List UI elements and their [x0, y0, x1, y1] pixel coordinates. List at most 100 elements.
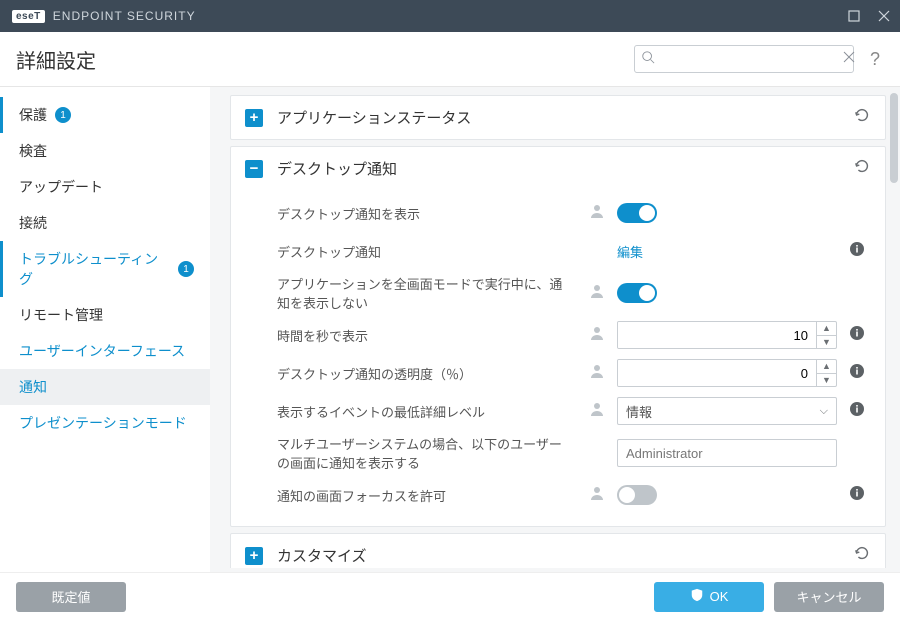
sidebar-item-label: 接続: [19, 213, 47, 233]
brand-badge: eseT: [12, 10, 45, 23]
ok-label: OK: [710, 589, 729, 604]
spin-down-icon[interactable]: ▼: [817, 374, 836, 387]
user-icon: [589, 363, 605, 384]
brand: eseT ENDPOINT SECURITY: [12, 9, 196, 23]
multiuser-input[interactable]: [626, 446, 828, 461]
sidebar-item-update[interactable]: アップデート: [0, 169, 210, 205]
panel-header-app-status[interactable]: + アプリケーションステータス: [231, 96, 885, 139]
user-icon: [589, 325, 605, 346]
expand-icon: +: [245, 109, 263, 127]
row-label: デスクトップ通知: [277, 242, 577, 261]
main-content: + アプリケーションステータス − デスクトップ通知 デスクトップ通知を表示: [210, 87, 900, 572]
search-icon: [641, 50, 655, 69]
row-label: デスクトップ通知を表示: [277, 204, 577, 223]
row-show-notifications: デスクトップ通知を表示: [277, 194, 865, 232]
multiuser-field[interactable]: [617, 439, 837, 467]
row-edit-notifications: デスクトップ通知 編集: [277, 232, 865, 270]
panel-header-desktop-notifications[interactable]: − デスクトップ通知: [231, 147, 885, 190]
spin-up-icon[interactable]: ▲: [817, 360, 836, 374]
sidebar-item-label: リモート管理: [19, 305, 103, 325]
search-box[interactable]: [634, 45, 854, 73]
panel-header-customize[interactable]: + カスタマイズ: [231, 534, 885, 568]
sidebar-item-label: アップデート: [19, 177, 103, 197]
panel-title: アプリケーションステータス: [277, 107, 471, 128]
window-maximize-button[interactable]: [846, 8, 862, 24]
row-fullscreen-suppress: アプリケーションを全画面モードで実行中に、通知を表示しない: [277, 270, 865, 316]
sidebar-item-ui[interactable]: ユーザーインターフェース: [0, 333, 210, 369]
expand-icon: +: [245, 547, 263, 565]
user-icon: [589, 283, 605, 304]
revert-icon[interactable]: [853, 157, 871, 180]
edit-link[interactable]: 編集: [617, 242, 643, 261]
chevron-down-icon: ⌵: [820, 405, 828, 418]
panel-title: カスタマイズ: [277, 545, 367, 566]
panel-body: デスクトップ通知を表示 デスクトップ通知 編集 ア: [231, 190, 885, 526]
sidebar-item-presentation[interactable]: プレゼンテーションモード: [0, 405, 210, 441]
defaults-button[interactable]: 既定値: [16, 582, 126, 612]
ok-button[interactable]: OK: [654, 582, 764, 612]
toggle-show-notifications[interactable]: [617, 203, 657, 223]
sidebar-item-protection[interactable]: 保護 1: [0, 97, 210, 133]
page-title: 詳細設定: [16, 45, 96, 74]
user-icon: [589, 203, 605, 224]
seconds-input[interactable]: [618, 322, 816, 348]
revert-icon[interactable]: [853, 544, 871, 567]
row-label: 表示するイベントの最低詳細レベル: [277, 402, 577, 421]
row-label: デスクトップ通知の透明度（％）: [277, 364, 577, 383]
sidebar-item-connection[interactable]: 接続: [0, 205, 210, 241]
row-label: マルチユーザーシステムの場合、以下のユーザーの画面に通知を表示する: [277, 434, 577, 472]
info-icon[interactable]: [849, 241, 865, 262]
select-value: 情報: [626, 402, 652, 421]
row-label: アプリケーションを全画面モードで実行中に、通知を表示しない: [277, 274, 577, 312]
panel-customize: + カスタマイズ: [230, 533, 886, 568]
toggle-fullscreen-suppress[interactable]: [617, 283, 657, 303]
title-bar: eseT ENDPOINT SECURITY: [0, 0, 900, 32]
user-icon: [589, 401, 605, 422]
spin-up-icon[interactable]: ▲: [817, 322, 836, 336]
row-label: 通知の画面フォーカスを許可: [277, 486, 577, 505]
seconds-spinner[interactable]: ▲▼: [617, 321, 837, 349]
opacity-spinner[interactable]: ▲▼: [617, 359, 837, 387]
row-min-level: 表示するイベントの最低詳細レベル 情報 ⌵: [277, 392, 865, 430]
user-icon: [589, 485, 605, 506]
revert-icon[interactable]: [853, 106, 871, 129]
panel-desktop-notifications: − デスクトップ通知 デスクトップ通知を表示 デスクトップ通知: [230, 146, 886, 527]
help-button[interactable]: ?: [866, 49, 884, 70]
row-multiuser: マルチユーザーシステムの場合、以下のユーザーの画面に通知を表示する: [277, 430, 865, 476]
clear-search-icon[interactable]: [843, 50, 855, 68]
row-focus: 通知の画面フォーカスを許可: [277, 476, 865, 514]
sidebar-item-label: 保護: [19, 105, 47, 125]
sidebar: 保護 1 検査 アップデート 接続 トラブルシューティング 1 リモート管理 ユ…: [0, 87, 210, 572]
min-level-select[interactable]: 情報 ⌵: [617, 397, 837, 425]
row-display-seconds: 時間を秒で表示 ▲▼: [277, 316, 865, 354]
info-icon[interactable]: [849, 401, 865, 422]
shield-icon: [690, 588, 704, 605]
footer: 既定値 OK キャンセル: [0, 572, 900, 620]
opacity-input[interactable]: [618, 360, 816, 386]
sidebar-item-notifications[interactable]: 通知: [0, 369, 210, 405]
sidebar-item-remote[interactable]: リモート管理: [0, 297, 210, 333]
panel-title: デスクトップ通知: [277, 158, 397, 179]
toggle-focus[interactable]: [617, 485, 657, 505]
row-label: 時間を秒で表示: [277, 326, 577, 345]
sidebar-item-label: プレゼンテーションモード: [19, 413, 187, 433]
header: 詳細設定 ?: [0, 32, 900, 87]
sidebar-item-label: ユーザーインターフェース: [19, 341, 185, 361]
cancel-button[interactable]: キャンセル: [774, 582, 884, 612]
sidebar-item-scan[interactable]: 検査: [0, 133, 210, 169]
spin-down-icon[interactable]: ▼: [817, 336, 836, 349]
search-input[interactable]: [661, 52, 837, 67]
window-close-button[interactable]: [876, 8, 892, 24]
scrollbar-thumb[interactable]: [890, 93, 898, 183]
sidebar-item-label: 検査: [19, 141, 47, 161]
collapse-icon: −: [245, 160, 263, 178]
info-icon[interactable]: [849, 485, 865, 506]
info-icon[interactable]: [849, 325, 865, 346]
sidebar-badge: 1: [178, 261, 194, 277]
row-opacity: デスクトップ通知の透明度（％） ▲▼: [277, 354, 865, 392]
sidebar-item-troubleshoot[interactable]: トラブルシューティング 1: [0, 241, 210, 297]
info-icon[interactable]: [849, 363, 865, 384]
sidebar-item-label: トラブルシューティング: [19, 249, 170, 289]
sidebar-badge: 1: [55, 107, 71, 123]
panel-app-status: + アプリケーションステータス: [230, 95, 886, 140]
